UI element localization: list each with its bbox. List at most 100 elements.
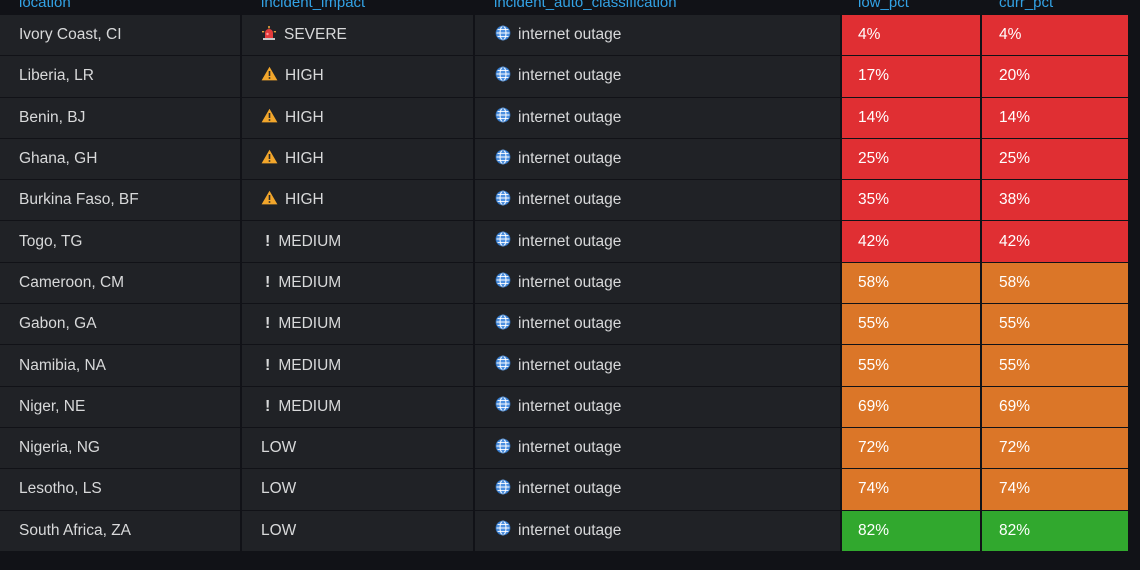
impact-text: MEDIUM (278, 397, 342, 415)
curr-pct-value: 55% (999, 315, 1031, 333)
column-header-low-pct[interactable]: low_pct (842, 0, 982, 15)
table-row[interactable]: Lesotho, LS LOW internet outage 74% 74% (0, 469, 1128, 511)
cell-low-pct: 14% (842, 97, 982, 138)
cell-incident-impact: LOW (242, 510, 475, 551)
cell-incident-impact: ! MEDIUM (242, 386, 475, 427)
curr-pct-value: 20% (999, 67, 1031, 85)
impact-text: SEVERE (284, 26, 347, 44)
cell-low-pct: 42% (842, 221, 982, 262)
cell-classification: internet outage (475, 221, 842, 262)
impact-text: MEDIUM (278, 356, 342, 374)
warning-icon (261, 149, 278, 169)
classification-text: internet outage (518, 356, 622, 374)
impact-text: LOW (261, 521, 297, 539)
column-header-incident-auto-classification[interactable]: incident_auto_classification (475, 0, 842, 15)
curr-pct-value: 55% (999, 356, 1031, 374)
table-header: location incident_impact incident_auto_c… (0, 0, 1128, 15)
column-header-incident-impact[interactable]: incident_impact (242, 0, 475, 15)
column-header-curr-pct[interactable]: curr_pct (982, 0, 1128, 15)
curr-pct-value: 58% (999, 273, 1031, 291)
curr-pct-value: 4% (999, 26, 1022, 44)
impact-text: MEDIUM (278, 273, 342, 291)
cell-low-pct: 58% (842, 262, 982, 304)
table-row[interactable]: Togo, TG ! MEDIUM internet outage 42% 42% (0, 221, 1128, 263)
classification-text: internet outage (518, 108, 622, 126)
classification-text: internet outage (518, 521, 622, 539)
curr-pct-value: 82% (999, 521, 1031, 539)
location-text: Benin, BJ (19, 108, 86, 126)
table-row[interactable]: Nigeria, NG LOW internet outage 72% 72% (0, 427, 1128, 470)
cell-curr-pct: 55% (982, 345, 1128, 386)
table-row[interactable]: Cameroon, CM ! MEDIUM internet outage 58%… (0, 262, 1128, 305)
table-row[interactable]: South Africa, ZA LOW internet outage 82%… (0, 510, 1128, 552)
globe-icon (495, 355, 511, 376)
classification-text: internet outage (518, 273, 622, 291)
cell-classification: internet outage (475, 56, 842, 97)
globe-icon (495, 107, 511, 128)
curr-pct-value: 69% (999, 397, 1031, 415)
cell-incident-impact: ! MEDIUM (242, 262, 475, 304)
cell-low-pct: 72% (842, 427, 982, 469)
table-row[interactable]: Namibia, NA ! MEDIUM internet outage 55% … (0, 345, 1128, 387)
cell-incident-impact: ! MEDIUM (242, 304, 475, 345)
low-pct-value: 74% (858, 480, 890, 498)
impact-text: HIGH (285, 191, 324, 209)
cell-location: Cameroon, CM (0, 262, 242, 304)
table-row[interactable]: Gabon, GA ! MEDIUM internet outage 55% 55… (0, 304, 1128, 346)
table-body: Ivory Coast, CI SEVERE internet outage 4… (0, 15, 1128, 552)
cell-curr-pct: 42% (982, 221, 1128, 262)
table-row[interactable]: Niger, NE ! MEDIUM internet outage 69% 69… (0, 386, 1128, 428)
cell-low-pct: 25% (842, 138, 982, 180)
low-pct-value: 82% (858, 521, 890, 539)
cell-curr-pct: 20% (982, 56, 1128, 97)
table-row[interactable]: Benin, BJ HIGH internet outage 14% 14% (0, 97, 1128, 139)
low-pct-value: 35% (858, 191, 890, 209)
cell-low-pct: 74% (842, 469, 982, 510)
exclamation-icon: ! (265, 356, 271, 374)
impact-text: HIGH (285, 150, 324, 168)
low-pct-value: 55% (858, 315, 890, 333)
globe-icon (495, 190, 511, 211)
cell-incident-impact: LOW (242, 427, 475, 469)
cell-location: Namibia, NA (0, 345, 242, 386)
cell-curr-pct: 4% (982, 15, 1128, 56)
curr-pct-value: 14% (999, 108, 1031, 126)
table-row[interactable]: Ivory Coast, CI SEVERE internet outage 4… (0, 15, 1128, 57)
cell-location: Burkina Faso, BF (0, 180, 242, 221)
incident-table: location incident_impact incident_auto_c… (0, 0, 1128, 552)
exclamation-icon: ! (265, 315, 271, 333)
cell-curr-pct: 82% (982, 510, 1128, 551)
cell-classification: internet outage (475, 427, 842, 469)
table-row[interactable]: Liberia, LR HIGH internet outage 17% 20% (0, 56, 1128, 98)
classification-text: internet outage (518, 26, 622, 44)
low-pct-value: 14% (858, 108, 890, 126)
cell-incident-impact: HIGH (242, 97, 475, 138)
cell-location: Togo, TG (0, 221, 242, 262)
warning-icon (261, 66, 278, 86)
impact-text: LOW (261, 439, 297, 457)
cell-low-pct: 4% (842, 15, 982, 56)
globe-icon (495, 25, 511, 46)
classification-text: internet outage (518, 150, 622, 168)
low-pct-value: 69% (858, 397, 890, 415)
low-pct-value: 4% (858, 26, 881, 44)
cell-classification: internet outage (475, 180, 842, 221)
cell-low-pct: 35% (842, 180, 982, 221)
cell-incident-impact: ! MEDIUM (242, 345, 475, 386)
table-row[interactable]: Ghana, GH HIGH internet outage 25% 25% (0, 138, 1128, 181)
cell-incident-impact: LOW (242, 469, 475, 510)
curr-pct-value: 74% (999, 480, 1031, 498)
location-text: Cameroon, CM (19, 273, 125, 291)
low-pct-value: 17% (858, 67, 890, 85)
impact-text: MEDIUM (278, 232, 342, 250)
cell-curr-pct: 14% (982, 97, 1128, 138)
cell-incident-impact: ! MEDIUM (242, 221, 475, 262)
table-row[interactable]: Burkina Faso, BF HIGH internet outage 35… (0, 180, 1128, 222)
impact-text: MEDIUM (278, 315, 342, 333)
curr-pct-value: 38% (999, 191, 1031, 209)
globe-icon (495, 438, 511, 459)
cell-classification: internet outage (475, 304, 842, 345)
low-pct-value: 42% (858, 232, 890, 250)
column-header-location[interactable]: location (0, 0, 242, 15)
impact-text: LOW (261, 480, 297, 498)
